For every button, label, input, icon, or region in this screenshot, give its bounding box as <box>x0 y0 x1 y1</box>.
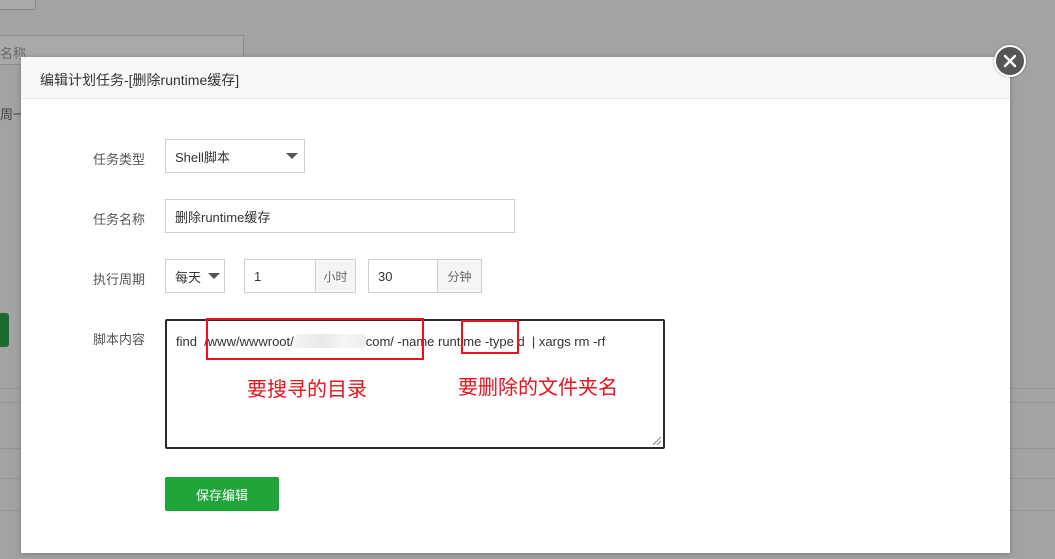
background-button <box>0 0 36 10</box>
close-button[interactable] <box>994 45 1026 77</box>
background-green-button <box>0 313 9 347</box>
task-type-value: Shell脚本 <box>175 149 230 165</box>
script-part-1: find /www/wwwroot/ <box>176 334 294 349</box>
annotation-directory-note: 要搜寻的目录 <box>247 379 367 401</box>
script-label: 脚本内容 <box>93 332 146 347</box>
annotation-folder-note: 要删除的文件夹名 <box>458 377 618 399</box>
hour-value: 1 <box>254 268 262 284</box>
resize-handle[interactable] <box>653 437 661 445</box>
script-part-2: com/ -name runtime -type d | xargs rm -r… <box>365 334 606 349</box>
task-type-select[interactable]: Shell脚本 <box>165 139 305 173</box>
minute-value: 30 <box>378 268 393 284</box>
cycle-label: 执行周期 <box>93 272 146 287</box>
task-type-label: 任务类型 <box>93 152 146 167</box>
hour-input[interactable]: 1 <box>244 259 316 293</box>
hour-unit: 小时 <box>315 259 356 293</box>
script-content: find /www/wwwroot/com/ -name runtime -ty… <box>176 334 605 349</box>
minute-input[interactable]: 30 <box>368 259 438 293</box>
cycle-period-value: 每天 <box>175 269 202 285</box>
edit-task-dialog: 编辑计划任务-[删除runtime缓存] 任务类型 Shell脚本 任务名称 删… <box>21 57 1010 553</box>
cycle-period-select[interactable]: 每天 <box>165 259 225 293</box>
redacted-domain <box>293 334 366 348</box>
dialog-header: 编辑计划任务-[删除runtime缓存] <box>21 57 1010 99</box>
close-icon <box>1003 54 1017 68</box>
chevron-down-icon <box>286 153 298 159</box>
task-name-value: 删除runtime缓存 <box>175 209 271 225</box>
task-name-input[interactable]: 删除runtime缓存 <box>165 199 515 233</box>
save-edit-button[interactable]: 保存编辑 <box>165 477 279 511</box>
chevron-down-icon <box>208 273 220 279</box>
minute-unit: 分钟 <box>437 259 482 293</box>
dialog-title: 编辑计划任务-[删除runtime缓存] <box>40 72 240 88</box>
task-name-label: 任务名称 <box>93 212 146 227</box>
